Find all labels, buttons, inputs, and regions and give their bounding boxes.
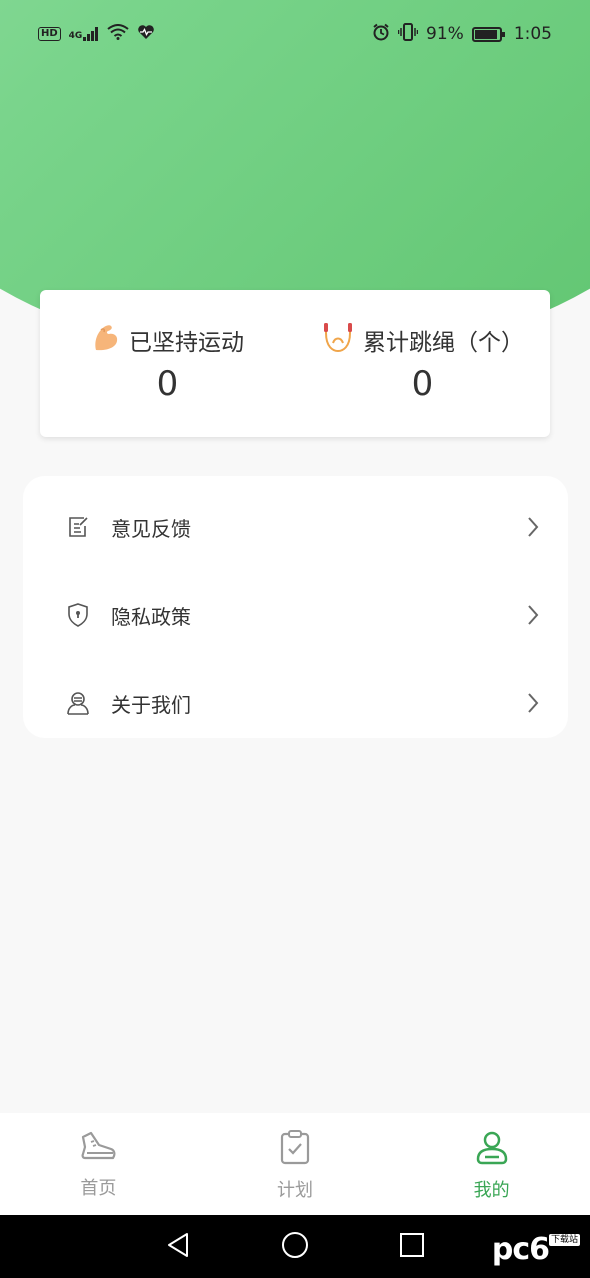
shoe-icon	[79, 1129, 117, 1168]
watermark-sub: 下载站	[548, 1234, 580, 1246]
status-left: HD 4G	[38, 23, 155, 45]
shield-icon	[65, 602, 91, 628]
battery-percent: 91%	[426, 24, 464, 44]
stat-jump-count-label: 累计跳绳（个）	[363, 330, 524, 356]
stat-jump-count-header: 累计跳绳（个）	[295, 320, 550, 360]
tab-plan[interactable]: 计划	[197, 1113, 394, 1215]
stat-exercise-days: 已坚持运动 0	[40, 320, 295, 404]
chevron-right-icon	[526, 604, 540, 630]
menu-item-privacy-label: 隐私政策	[111, 604, 191, 629]
jump-rope-icon	[321, 321, 355, 359]
vibrate-icon	[397, 22, 419, 46]
menu-card: 意见反馈 隐私政策 关于我们	[23, 476, 568, 738]
watermark-text: pc6	[491, 1232, 550, 1267]
feedback-icon	[65, 514, 91, 540]
about-icon	[65, 690, 91, 716]
clipboard-icon	[278, 1129, 312, 1170]
signal-icon: 4G	[69, 27, 100, 41]
back-icon[interactable]	[165, 1231, 191, 1263]
menu-item-about[interactable]: 关于我们	[23, 659, 568, 747]
health-icon	[137, 24, 155, 45]
menu-item-feedback[interactable]: 意见反馈	[23, 483, 568, 571]
tab-home-label: 首页	[80, 1178, 117, 1199]
hd-icon: HD	[38, 27, 61, 41]
chevron-right-icon	[526, 516, 540, 542]
flexed-arm-icon	[91, 320, 121, 360]
tab-plan-label: 计划	[277, 1180, 313, 1201]
status-bar: HD 4G 91% 1:05	[0, 0, 590, 68]
stat-jump-count: 累计跳绳（个） 0	[295, 320, 550, 404]
stat-exercise-days-value: 0	[156, 364, 179, 404]
stat-exercise-days-header: 已坚持运动	[40, 320, 295, 360]
tab-mine[interactable]: 我的	[393, 1113, 590, 1215]
chevron-right-icon	[526, 692, 540, 718]
network-type: 4G	[68, 31, 83, 41]
home-icon[interactable]	[280, 1230, 310, 1264]
stat-exercise-days-label: 已坚持运动	[129, 330, 244, 356]
battery-icon	[471, 26, 505, 42]
tab-home[interactable]: 首页	[0, 1113, 197, 1215]
alarm-icon	[372, 23, 390, 46]
watermark-logo: pc6 下载站	[492, 1232, 580, 1267]
recents-icon[interactable]	[399, 1232, 425, 1262]
menu-item-feedback-label: 意见反馈	[111, 516, 191, 541]
tab-mine-label: 我的	[473, 1180, 510, 1201]
stat-jump-count-value: 0	[411, 364, 434, 404]
clock-time: 1:05	[513, 24, 552, 44]
user-icon	[474, 1129, 510, 1170]
menu-item-about-label: 关于我们	[111, 692, 191, 717]
wifi-icon	[107, 23, 129, 45]
bottom-tab-bar: 首页 计划 我的	[0, 1113, 590, 1215]
menu-item-privacy[interactable]: 隐私政策	[23, 571, 568, 659]
status-right: 91% 1:05	[372, 22, 552, 46]
stats-card: 已坚持运动 0 累计跳绳（个） 0	[40, 290, 550, 437]
